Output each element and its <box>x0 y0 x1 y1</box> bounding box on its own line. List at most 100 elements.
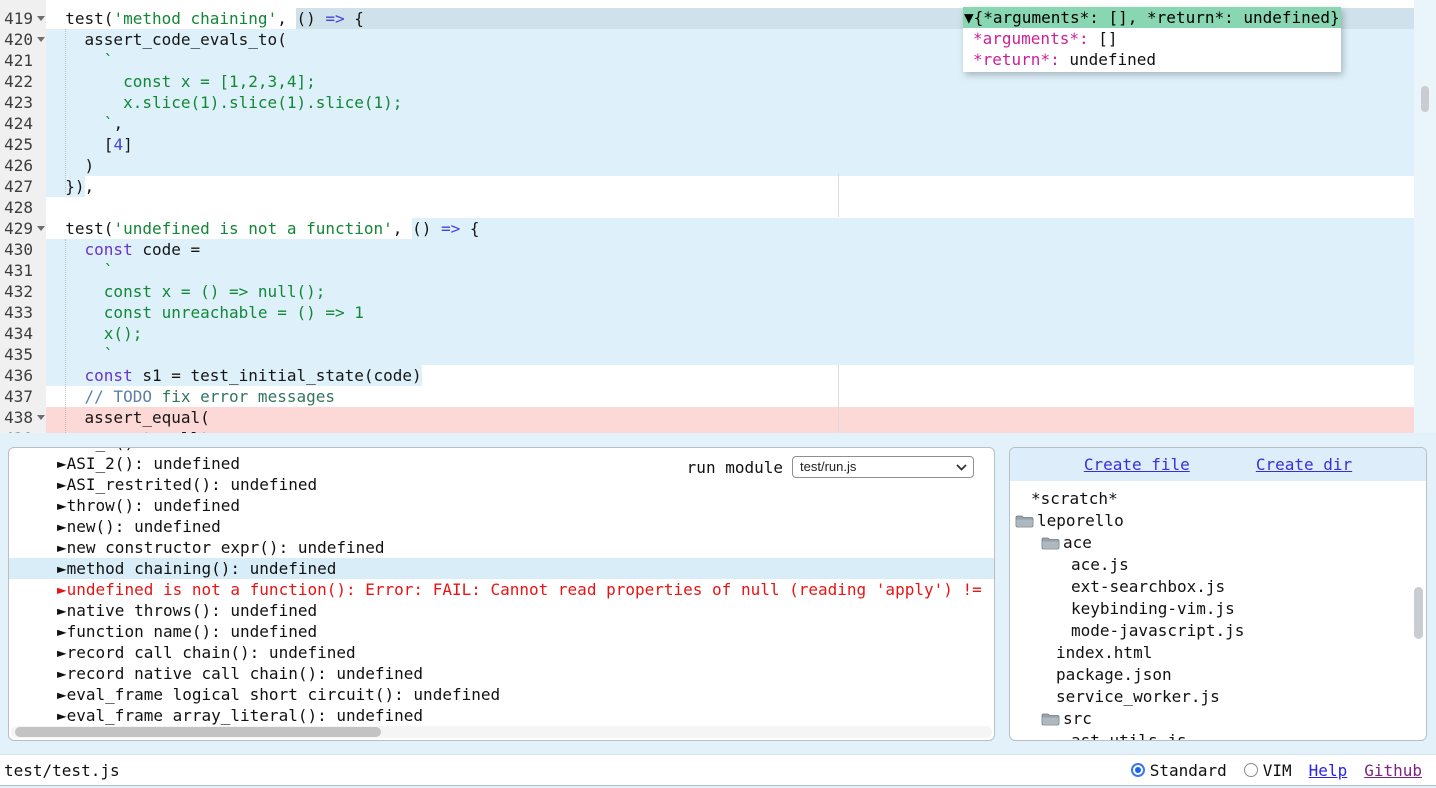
file-tree-file[interactable]: package.json <box>1010 664 1426 686</box>
calltree-row[interactable]: ►throw(): undefined <box>9 495 994 516</box>
file-tree-file[interactable]: keybinding-vim.js <box>1010 598 1426 620</box>
radio-unselected-icon[interactable] <box>1244 763 1258 777</box>
tooltip-entry[interactable]: *arguments*: [] <box>963 28 1341 49</box>
code-line-text[interactable] <box>46 197 1436 218</box>
expand-arrow-icon[interactable]: ► <box>57 475 67 494</box>
code-line[interactable]: 438 assert_equal( <box>0 407 1436 428</box>
expand-arrow-icon[interactable]: ► <box>57 664 67 683</box>
create-file-link[interactable]: Create file <box>1084 455 1190 474</box>
run-module-select[interactable]: test/run.js <box>792 456 974 478</box>
tooltip-entry[interactable]: *return*: undefined <box>963 49 1341 70</box>
fold-arrow-icon[interactable] <box>37 415 45 420</box>
tooltip-header[interactable]: ▼{*arguments*: [], *return*: undefined} <box>963 7 1341 28</box>
expand-arrow-icon[interactable]: ► <box>57 580 67 599</box>
code-line-text[interactable]: }), <box>46 176 1436 197</box>
code-line-text[interactable]: const s1 = test_initial_state(code) <box>46 365 1436 386</box>
code-line-text[interactable]: ` <box>46 260 1436 281</box>
calltree-hscrollbar-thumb[interactable] <box>15 727 381 737</box>
file-tree-folder[interactable]: ace <box>1010 532 1426 554</box>
file-tree-folder[interactable]: leporello <box>1010 510 1426 532</box>
expand-arrow-icon[interactable]: ► <box>57 601 67 620</box>
expand-arrow-icon[interactable]: ► <box>57 559 67 578</box>
code-line[interactable]: 431 ` <box>0 260 1436 281</box>
code-line[interactable]: 432 const x = () => null(); <box>0 281 1436 302</box>
code-line[interactable]: 422 const x = [1,2,3,4]; <box>0 71 1436 92</box>
code-line-text[interactable]: x.slice(1).slice(1).slice(1); <box>46 92 1436 113</box>
code-line-text[interactable]: // TODO fix error messages <box>46 386 1436 407</box>
code-line[interactable]: 439 const calltree = ... <box>0 428 1436 433</box>
code-line-text[interactable]: const code = <box>46 239 1436 260</box>
expand-arrow-icon[interactable]: ► <box>57 517 67 536</box>
code-line[interactable]: 437 // TODO fix error messages <box>0 386 1436 407</box>
calltree-row[interactable]: ►native throws(): undefined <box>9 600 994 621</box>
indent-guide <box>65 239 67 433</box>
code-line-text[interactable]: const x = [1,2,3,4]; <box>46 71 1436 92</box>
file-tree-file[interactable]: ast_utils.js <box>1010 730 1426 741</box>
github-link[interactable]: Github <box>1364 761 1422 780</box>
code-line[interactable]: 425 [4] <box>0 134 1436 155</box>
filetree-scrollbar-thumb[interactable] <box>1414 587 1423 639</box>
code-line-text[interactable]: test('undefined is not a function', () =… <box>46 218 1436 239</box>
fold-arrow-icon[interactable] <box>37 226 45 231</box>
code-line[interactable]: 430 const code = <box>0 239 1436 260</box>
code-line[interactable]: 436 const s1 = test_initial_state(code) <box>0 365 1436 386</box>
expand-arrow-icon[interactable]: ► <box>57 447 67 452</box>
calltree-row[interactable]: ►function name(): undefined <box>9 621 994 642</box>
code-line-text[interactable]: const unreachable = () => 1 <box>46 302 1436 323</box>
file-tree-file[interactable]: index.html <box>1010 642 1426 664</box>
editor-scrollbar-track[interactable] <box>1414 0 1436 433</box>
editor-scrollbar-thumb[interactable] <box>1421 86 1429 112</box>
calltree-row[interactable]: ►method chaining(): undefined <box>9 558 994 579</box>
code-line-text[interactable]: assert_equal( <box>46 407 1436 428</box>
code-line[interactable]: 424 `, <box>0 113 1436 134</box>
code-line-text[interactable]: ` <box>46 344 1436 365</box>
calltree-row[interactable]: ►eval_frame logical short circuit(): und… <box>9 684 994 705</box>
radio-selected-icon[interactable] <box>1131 763 1145 777</box>
code-segment: const code = <box>46 239 1436 260</box>
collapse-arrow-icon[interactable]: ▼ <box>964 8 974 27</box>
file-tree-file[interactable]: *scratch* <box>1010 488 1426 510</box>
expand-arrow-icon[interactable]: ► <box>57 685 67 704</box>
code-line[interactable]: 428 <box>0 197 1436 218</box>
calltree-row[interactable]: ►new(): undefined <box>9 516 994 537</box>
expand-arrow-icon[interactable]: ► <box>57 622 67 641</box>
help-link[interactable]: Help <box>1309 761 1348 780</box>
fold-arrow-icon[interactable] <box>37 16 45 21</box>
file-tree-folder[interactable]: src <box>1010 708 1426 730</box>
code-line[interactable]: 434 x(); <box>0 323 1436 344</box>
calltree-row-failed-test[interactable]: ►undefined is not a function(): Error: F… <box>9 579 994 600</box>
expand-arrow-icon[interactable]: ► <box>57 706 67 725</box>
code-line-text[interactable]: ) <box>46 155 1436 176</box>
calltree-row[interactable]: ►new constructor expr(): undefined <box>9 537 994 558</box>
code-line[interactable]: 429 test('undefined is not a function', … <box>0 218 1436 239</box>
code-line-text[interactable]: const x = () => null(); <box>46 281 1436 302</box>
code-line[interactable]: 426 ) <box>0 155 1436 176</box>
calltree-row[interactable]: ►eval_frame array_literal(): undefined <box>9 705 994 726</box>
file-tree-file[interactable]: ext-searchbox.js <box>1010 576 1426 598</box>
calltree-hscrollbar-track[interactable] <box>11 726 992 738</box>
keybinding-standard-option[interactable]: Standard <box>1131 761 1227 780</box>
code-line-text[interactable]: `, <box>46 113 1436 134</box>
code-line[interactable]: 435 ` <box>0 344 1436 365</box>
file-tree-file[interactable]: mode-javascript.js <box>1010 620 1426 642</box>
create-dir-link[interactable]: Create dir <box>1256 455 1352 474</box>
calltree-row-label: method chaining(): undefined <box>67 559 337 578</box>
file-tree-file[interactable]: ace.js <box>1010 554 1426 576</box>
code-line[interactable]: 427 }), <box>0 176 1436 197</box>
code-line[interactable]: 433 const unreachable = () => 1 <box>0 302 1436 323</box>
keybinding-vim-option[interactable]: VIM <box>1244 761 1292 780</box>
expand-arrow-icon[interactable]: ► <box>57 454 67 473</box>
file-tree-file[interactable]: service_worker.js <box>1010 686 1426 708</box>
code-line-text[interactable]: x(); <box>46 323 1436 344</box>
calltree-row[interactable]: ►record call chain(): undefined <box>9 642 994 663</box>
code-line-text[interactable]: [4] <box>46 134 1436 155</box>
expand-arrow-icon[interactable]: ► <box>57 496 67 515</box>
expand-arrow-icon[interactable]: ► <box>57 643 67 662</box>
fold-arrow-icon[interactable] <box>37 37 45 42</box>
code-line-text[interactable]: const calltree = ... <box>46 428 1436 433</box>
code-token: , <box>393 219 412 238</box>
code-line[interactable]: 423 x.slice(1).slice(1).slice(1); <box>0 92 1436 113</box>
expand-arrow-icon[interactable]: ► <box>57 538 67 557</box>
calltree-row[interactable]: ►record native call chain(): undefined <box>9 663 994 684</box>
code-token: ` <box>46 345 113 364</box>
